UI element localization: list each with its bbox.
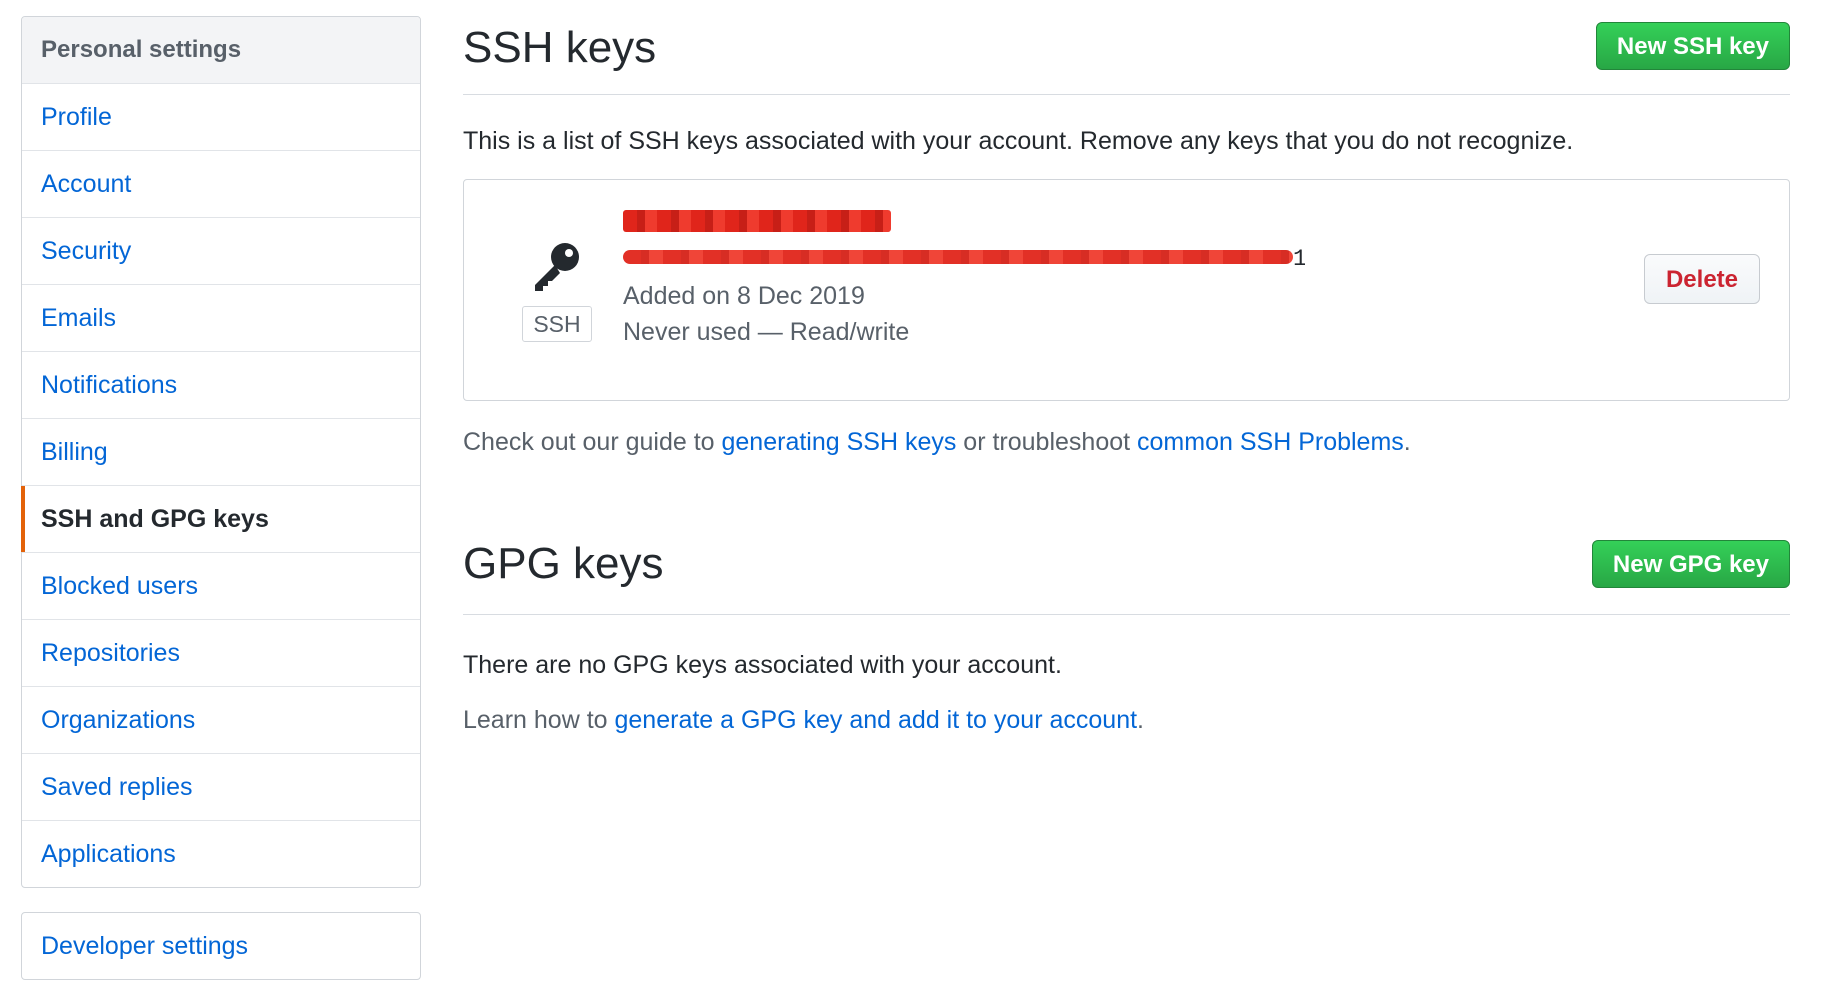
new-ssh-key-button[interactable]: New SSH key <box>1595 22 1790 70</box>
sidebar-item-developer-settings[interactable]: Developer settings <box>22 913 420 979</box>
gpg-keys-header: GPG keys New GPG key <box>463 520 1790 615</box>
sidebar-item-billing[interactable]: Billing <box>22 419 420 486</box>
generating-ssh-keys-link[interactable]: generating SSH keys <box>722 428 957 456</box>
sidebar-item-profile[interactable]: Profile <box>22 84 420 151</box>
learn-suffix: . <box>1137 706 1144 734</box>
ssh-keys-description: This is a list of SSH keys associated wi… <box>463 127 1574 155</box>
redacted-fingerprint <box>623 250 1293 264</box>
guide-mid: or troubleshoot <box>956 428 1138 456</box>
ssh-keys-title: SSH keys <box>463 23 657 72</box>
sidebar-item-emails[interactable]: Emails <box>22 285 420 352</box>
fingerprint-tail: 1 <box>1293 246 1305 272</box>
gpg-learn-text: Learn how to generate a GPG key and add … <box>463 706 1144 735</box>
ssh-guide-text: Check out our guide to generating SSH ke… <box>463 428 1411 457</box>
sidebar-item-notifications[interactable]: Notifications <box>22 352 420 419</box>
redacted-key-title <box>623 210 891 232</box>
ssh-keys-header: SSH keys New SSH key <box>463 0 1790 95</box>
main-content: SSH keys New SSH key This is a list of S… <box>463 0 1790 734</box>
developer-settings-menu: Developer settings <box>21 912 421 980</box>
ssh-type-label: SSH <box>522 306 592 342</box>
sidebar-item-account[interactable]: Account <box>22 151 420 218</box>
learn-prefix: Learn how to <box>463 706 615 734</box>
guide-prefix: Check out our guide to <box>463 428 722 456</box>
sidebar-item-ssh-gpg-keys[interactable]: SSH and GPG keys <box>21 486 420 553</box>
sidebar-item-blocked-users[interactable]: Blocked users <box>22 553 420 620</box>
key-usage-status: Never used — Read/write <box>623 318 910 346</box>
guide-suffix: . <box>1403 428 1411 456</box>
delete-ssh-key-button[interactable]: Delete <box>1644 254 1760 304</box>
key-icon <box>535 243 579 291</box>
gpg-keys-title: GPG keys <box>463 539 664 588</box>
generate-gpg-key-link[interactable]: generate a GPG key and add it to your ac… <box>615 706 1138 734</box>
sidebar-heading: Personal settings <box>22 17 420 84</box>
no-gpg-keys-text: There are no GPG keys associated with yo… <box>463 651 1062 679</box>
sidebar-item-applications[interactable]: Applications <box>22 821 420 887</box>
settings-sidebar: Personal settings Profile Account Securi… <box>21 16 421 888</box>
common-ssh-problems-link[interactable]: common SSH Problems <box>1137 428 1404 456</box>
sidebar-item-repositories[interactable]: Repositories <box>22 620 420 687</box>
sidebar-item-organizations[interactable]: Organizations <box>22 687 420 754</box>
ssh-key-item: SSH 1 Added on 8 Dec 2019 Never used — R… <box>463 179 1790 401</box>
key-added-date: Added on 8 Dec 2019 <box>623 282 865 310</box>
new-gpg-key-button[interactable]: New GPG key <box>1591 540 1790 588</box>
sidebar-item-security[interactable]: Security <box>22 218 420 285</box>
sidebar-item-saved-replies[interactable]: Saved replies <box>22 754 420 821</box>
